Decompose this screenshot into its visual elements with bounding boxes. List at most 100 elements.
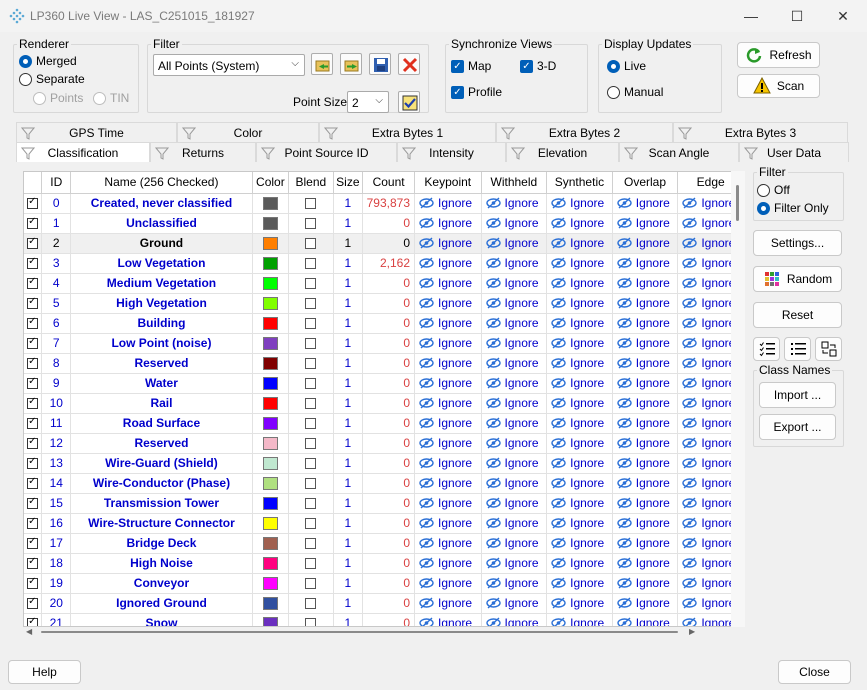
keypoint-ignore-cell[interactable]: Ignore bbox=[414, 373, 482, 394]
random-button[interactable]: Random bbox=[753, 266, 842, 292]
class-name[interactable]: Rail bbox=[70, 393, 253, 414]
blend-checkbox[interactable] bbox=[288, 273, 334, 294]
class-color-swatch[interactable] bbox=[252, 253, 290, 274]
class-name[interactable]: Water bbox=[70, 373, 253, 394]
row-checkbox[interactable] bbox=[24, 533, 43, 554]
scan-button[interactable]: Scan bbox=[737, 74, 820, 98]
row-checkbox[interactable] bbox=[24, 213, 43, 234]
row-checkbox[interactable] bbox=[24, 513, 43, 534]
class-name[interactable]: Low Point (noise) bbox=[70, 333, 253, 354]
class-name[interactable]: Reserved bbox=[70, 353, 253, 374]
synthetic-ignore-cell[interactable]: Ignore bbox=[546, 593, 613, 614]
row-checkbox[interactable] bbox=[24, 453, 43, 474]
row-checkbox[interactable] bbox=[24, 233, 43, 254]
class-name[interactable]: Ground bbox=[70, 233, 253, 254]
blend-checkbox[interactable] bbox=[288, 573, 334, 594]
withheld-ignore-cell[interactable]: Ignore bbox=[481, 333, 548, 354]
withheld-ignore-cell[interactable]: Ignore bbox=[481, 313, 548, 334]
maximize-button[interactable]: ☐ bbox=[774, 0, 820, 32]
row-checkbox[interactable] bbox=[24, 433, 43, 454]
blend-checkbox[interactable] bbox=[288, 233, 334, 254]
synthetic-ignore-cell[interactable]: Ignore bbox=[546, 193, 613, 214]
table-row[interactable]: 18High Noise10IgnoreIgnoreIgnoreIgnoreIg… bbox=[24, 553, 744, 574]
sync-3d-checkbox[interactable]: ✓ 3-D bbox=[520, 59, 556, 73]
keypoint-ignore-cell[interactable]: Ignore bbox=[414, 333, 482, 354]
keypoint-ignore-cell[interactable]: Ignore bbox=[414, 253, 482, 274]
point-size[interactable]: 1 bbox=[333, 593, 364, 614]
blend-checkbox[interactable] bbox=[288, 613, 334, 626]
save-filter-button[interactable] bbox=[369, 53, 391, 75]
class-name[interactable]: Building bbox=[70, 313, 253, 334]
table-row[interactable]: 20Ignored Ground10IgnoreIgnoreIgnoreIgno… bbox=[24, 593, 744, 614]
renderer-tin-radio[interactable]: TIN bbox=[93, 91, 129, 105]
withheld-ignore-cell[interactable]: Ignore bbox=[481, 213, 548, 234]
help-button[interactable]: Help bbox=[8, 660, 81, 684]
row-checkbox[interactable] bbox=[24, 593, 43, 614]
scroll-right-icon[interactable]: ▶ bbox=[689, 627, 695, 636]
class-name[interactable]: Wire-Structure Connector bbox=[70, 513, 253, 534]
table-row[interactable]: 8Reserved10IgnoreIgnoreIgnoreIgnoreIgnor… bbox=[24, 353, 744, 374]
synthetic-ignore-cell[interactable]: Ignore bbox=[546, 393, 613, 414]
overlap-ignore-cell[interactable]: Ignore bbox=[612, 493, 679, 514]
point-size[interactable]: 1 bbox=[333, 573, 364, 594]
column-header[interactable]: Keypoint bbox=[414, 172, 482, 194]
withheld-ignore-cell[interactable]: Ignore bbox=[481, 493, 548, 514]
close-button[interactable]: Close bbox=[778, 660, 851, 684]
keypoint-ignore-cell[interactable]: Ignore bbox=[414, 493, 482, 514]
filter-select[interactable]: All Points (System) ⌵ bbox=[153, 54, 305, 76]
row-checkbox[interactable] bbox=[24, 413, 43, 434]
class-color-swatch[interactable] bbox=[252, 433, 290, 454]
overlap-ignore-cell[interactable]: Ignore bbox=[612, 253, 679, 274]
import-filter-button[interactable] bbox=[311, 53, 333, 75]
vertical-scrollbar[interactable] bbox=[731, 171, 745, 627]
table-row[interactable]: 15Transmission Tower10IgnoreIgnoreIgnore… bbox=[24, 493, 744, 514]
point-size[interactable]: 1 bbox=[333, 493, 364, 514]
row-checkbox[interactable] bbox=[24, 193, 43, 214]
withheld-ignore-cell[interactable]: Ignore bbox=[481, 473, 548, 494]
class-color-swatch[interactable] bbox=[252, 373, 290, 394]
point-size[interactable]: 1 bbox=[333, 293, 364, 314]
overlap-ignore-cell[interactable]: Ignore bbox=[612, 473, 679, 494]
point-size[interactable]: 1 bbox=[333, 373, 364, 394]
table-row[interactable]: 7Low Point (noise)10IgnoreIgnoreIgnoreIg… bbox=[24, 333, 744, 354]
tab-color[interactable]: Color bbox=[177, 122, 319, 142]
class-color-swatch[interactable] bbox=[252, 493, 290, 514]
withheld-ignore-cell[interactable]: Ignore bbox=[481, 433, 548, 454]
point-size-select[interactable]: 2 ⌵ bbox=[347, 91, 389, 113]
tab-scan-angle[interactable]: Scan Angle bbox=[619, 142, 739, 162]
column-header[interactable]: Blend bbox=[288, 172, 334, 194]
overlap-ignore-cell[interactable]: Ignore bbox=[612, 413, 679, 434]
overlap-ignore-cell[interactable]: Ignore bbox=[612, 373, 679, 394]
overlap-ignore-cell[interactable]: Ignore bbox=[612, 573, 679, 594]
tab-point-source-id[interactable]: Point Source ID bbox=[256, 142, 397, 162]
synthetic-ignore-cell[interactable]: Ignore bbox=[546, 373, 613, 394]
table-row[interactable]: 0Created, never classified1793,873Ignore… bbox=[24, 193, 744, 214]
table-row[interactable]: 13Wire-Guard (Shield)10IgnoreIgnoreIgnor… bbox=[24, 453, 744, 474]
overlap-ignore-cell[interactable]: Ignore bbox=[612, 193, 679, 214]
row-checkbox[interactable] bbox=[24, 573, 43, 594]
class-name[interactable]: Created, never classified bbox=[70, 193, 253, 214]
check-all-button[interactable] bbox=[753, 337, 780, 361]
keypoint-ignore-cell[interactable]: Ignore bbox=[414, 533, 482, 554]
point-size[interactable]: 1 bbox=[333, 513, 364, 534]
column-header[interactable]: Color bbox=[252, 172, 290, 194]
tab-extra-bytes-2[interactable]: Extra Bytes 2 bbox=[496, 122, 673, 142]
withheld-ignore-cell[interactable]: Ignore bbox=[481, 453, 548, 474]
class-color-swatch[interactable] bbox=[252, 213, 290, 234]
blend-checkbox[interactable] bbox=[288, 213, 334, 234]
column-header[interactable]: Name (256 Checked) bbox=[70, 172, 253, 194]
keypoint-ignore-cell[interactable]: Ignore bbox=[414, 353, 482, 374]
class-name[interactable]: Ignored Ground bbox=[70, 593, 253, 614]
column-header[interactable]: Count bbox=[362, 172, 416, 194]
class-name[interactable]: Wire-Guard (Shield) bbox=[70, 453, 253, 474]
table-row[interactable]: 12Reserved10IgnoreIgnoreIgnoreIgnoreIgno… bbox=[24, 433, 744, 454]
tab-elevation[interactable]: Elevation bbox=[506, 142, 619, 162]
row-checkbox[interactable] bbox=[24, 613, 43, 626]
table-row[interactable]: 4Medium Vegetation10IgnoreIgnoreIgnoreIg… bbox=[24, 273, 744, 294]
point-size[interactable]: 1 bbox=[333, 313, 364, 334]
overlap-ignore-cell[interactable]: Ignore bbox=[612, 353, 679, 374]
point-size[interactable]: 1 bbox=[333, 433, 364, 454]
apply-point-size-button[interactable] bbox=[398, 91, 420, 113]
synthetic-ignore-cell[interactable]: Ignore bbox=[546, 613, 613, 626]
delete-filter-button[interactable] bbox=[398, 53, 420, 75]
